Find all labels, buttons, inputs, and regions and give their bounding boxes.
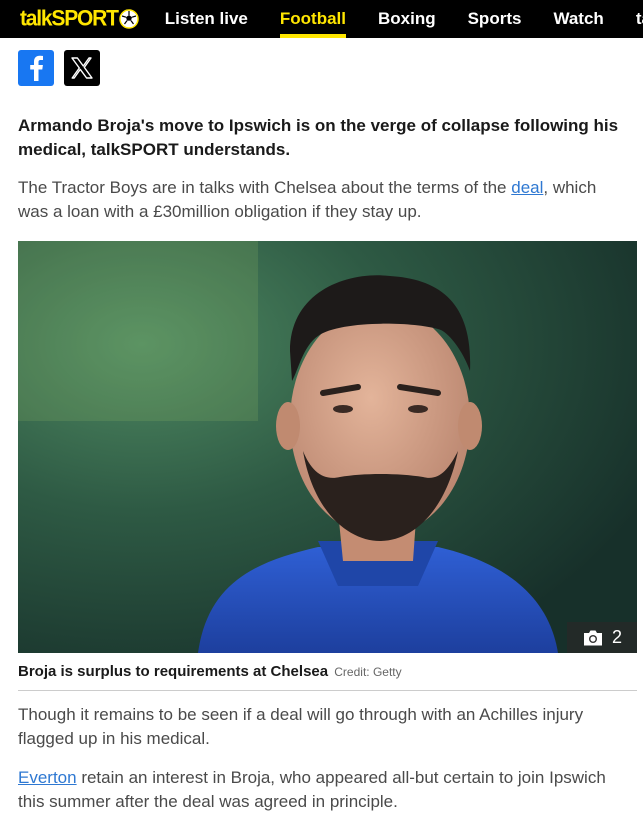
share-bar — [18, 50, 643, 86]
football-icon — [118, 9, 139, 29]
camera-icon — [583, 630, 602, 645]
article-body: Armando Broja's move to Ipswich is on th… — [0, 114, 643, 814]
article-lead: Armando Broja's move to Ipswich is on th… — [18, 116, 619, 159]
caption-text: Broja is surplus to requirements at Chel… — [18, 663, 329, 680]
player-photo — [18, 241, 637, 653]
deal-link[interactable]: deal — [511, 178, 543, 197]
article-image[interactable]: 2 — [18, 241, 637, 653]
talksport-logo[interactable]: talkSPORT — [20, 0, 139, 38]
paragraph-3: Everton retain an interest in Broja, who… — [18, 766, 625, 814]
paragraph-2: Though it remains to be seen if a deal w… — [18, 705, 584, 748]
nav-watch[interactable]: Watch — [537, 0, 619, 38]
x-share-button[interactable] — [64, 50, 100, 86]
paragraph-3-text: retain an interest in Broja, who appeare… — [18, 768, 606, 811]
paragraph-1: The Tractor Boys are in talks with Chels… — [18, 176, 625, 224]
image-credit: Credit: Getty — [334, 665, 402, 679]
photo-gallery-badge[interactable]: 2 — [567, 622, 637, 653]
nav-listen-live[interactable]: Listen live — [149, 0, 264, 38]
photo-count: 2 — [611, 627, 622, 647]
x-icon — [71, 57, 93, 79]
facebook-share-button[interactable] — [18, 50, 54, 86]
nav-boxing[interactable]: Boxing — [362, 0, 452, 38]
top-navigation: talkSPORT Listen live Football Boxing Sp… — [0, 0, 643, 38]
image-caption: Broja is surplus to requirements at Chel… — [18, 663, 625, 680]
facebook-icon — [30, 55, 43, 81]
caption-divider — [18, 690, 637, 691]
everton-link[interactable]: Everton — [18, 768, 77, 787]
logo-text: talkSPORT — [20, 6, 119, 31]
nav-more-truncated[interactable]: ta — [620, 0, 643, 38]
nav-sports[interactable]: Sports — [452, 0, 538, 38]
nav-football[interactable]: Football — [264, 0, 362, 38]
paragraph-1-text-before: The Tractor Boys are in talks with Chels… — [18, 178, 512, 197]
